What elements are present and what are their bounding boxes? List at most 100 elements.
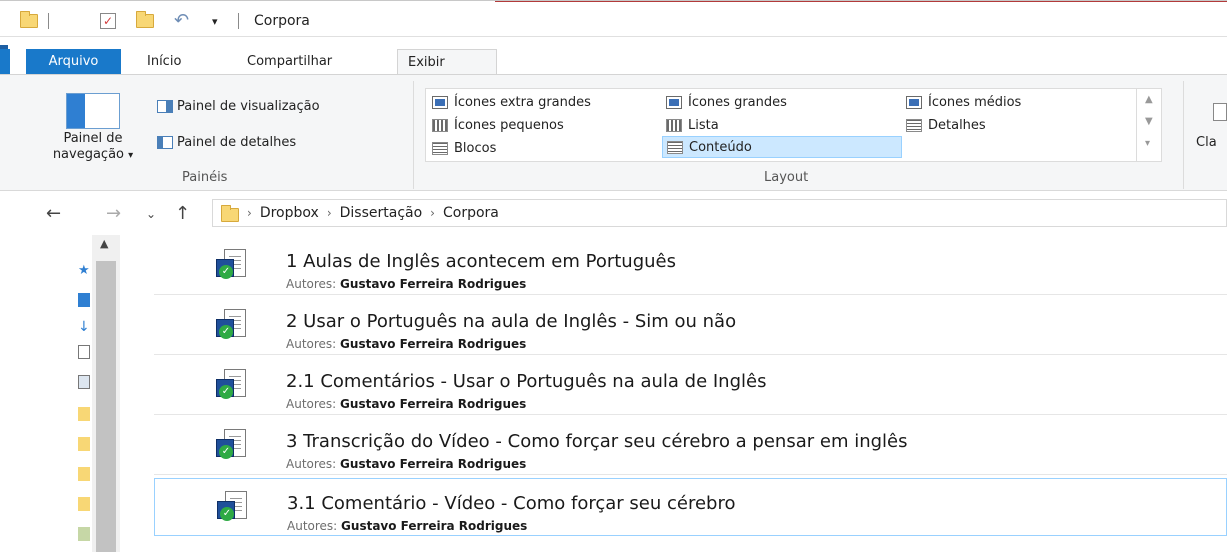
desktop-icon[interactable] xyxy=(78,293,90,307)
up-arrow-icon[interactable]: ↑ xyxy=(175,203,190,224)
tab-inicio[interactable]: Início xyxy=(137,49,191,75)
list-item[interactable]: 1 Aulas de Inglês acontecem em Português… xyxy=(154,237,1227,295)
file-meta: Autores: Gustavo Ferreira Rodrigues xyxy=(286,457,526,471)
forward-arrow-icon[interactable]: → xyxy=(106,203,121,224)
breadcrumb-separator-icon[interactable]: › xyxy=(247,206,252,220)
scroll-down-icon[interactable]: ▼ xyxy=(1145,116,1153,127)
file-explorer-window: ✓ ↶ ▾ Corpora Arquivo Início Compartilha… xyxy=(0,0,1227,552)
layout-extra-large-icons[interactable]: Ícones extra grandes xyxy=(432,91,591,113)
meta-key: Autores: xyxy=(286,337,337,351)
layout-item-label: Detalhes xyxy=(928,117,986,133)
document-icon xyxy=(216,429,248,465)
file-meta: Autores: Gustavo Ferreira Rodrigues xyxy=(286,337,526,351)
group-divider xyxy=(1183,81,1184,189)
meta-key: Autores: xyxy=(286,457,337,471)
sort-button-partial-label[interactable]: Cla xyxy=(1196,135,1217,150)
breadcrumb-separator-icon[interactable]: › xyxy=(327,206,332,220)
tab-arquivo[interactable]: Arquivo xyxy=(26,49,121,75)
pictures-icon[interactable] xyxy=(78,375,90,389)
preview-pane-icon xyxy=(157,99,173,113)
file-meta: Autores: Gustavo Ferreira Rodrigues xyxy=(287,519,527,533)
layout-item-label: Ícones médios xyxy=(928,94,1022,110)
qa-separator xyxy=(48,11,49,31)
shared-folder-icon[interactable] xyxy=(78,527,90,541)
medium-icons-icon xyxy=(906,95,922,109)
downloads-icon[interactable]: ↓ xyxy=(78,319,90,335)
breadcrumb-dissertacao[interactable]: Dissertação xyxy=(340,205,423,221)
tab-compartilhar[interactable]: Compartilhar xyxy=(237,49,342,75)
layout-large-icons[interactable]: Ícones grandes xyxy=(666,91,787,113)
layout-content[interactable]: Conteúdo xyxy=(662,136,902,158)
layout-item-label: Blocos xyxy=(454,140,497,156)
layout-list[interactable]: Lista xyxy=(666,114,719,136)
folder-icon xyxy=(20,11,38,31)
breadcrumb-dropbox[interactable]: Dropbox xyxy=(260,205,319,221)
list-icon xyxy=(666,118,682,132)
customize-quick-access-chevron-icon[interactable]: ▾ xyxy=(212,11,218,31)
list-item[interactable]: 2.1 Comentários - Usar o Português na au… xyxy=(154,357,1227,415)
new-folder-icon[interactable] xyxy=(136,11,154,31)
group-divider xyxy=(413,81,414,189)
folder-icon[interactable] xyxy=(78,407,90,421)
panes-group-label: Painéis xyxy=(182,170,228,185)
file-list: 1 Aulas de Inglês acontecem em Português… xyxy=(154,235,1227,552)
quick-access-star-icon[interactable]: ★ xyxy=(78,263,90,278)
address-bar[interactable]: › Dropbox › Dissertação › Corpora xyxy=(212,199,1227,227)
document-icon xyxy=(216,369,248,405)
window-title: Corpora xyxy=(254,13,310,29)
meta-key: Autores: xyxy=(286,397,337,411)
layout-small-icons[interactable]: Ícones pequenos xyxy=(432,114,564,136)
chevron-down-icon: ▾ xyxy=(128,150,134,161)
layout-item-label: Ícones pequenos xyxy=(454,117,564,133)
folder-icon[interactable] xyxy=(78,437,90,451)
meta-value: Gustavo Ferreira Rodrigues xyxy=(340,337,527,351)
preview-pane-button[interactable]: Painel de visualização xyxy=(157,95,320,117)
layout-item-label: Ícones extra grandes xyxy=(454,94,591,110)
recent-locations-chevron-icon[interactable]: ⌄ xyxy=(146,207,156,221)
large-icons-icon xyxy=(666,95,682,109)
meta-value: Gustavo Ferreira Rodrigues xyxy=(340,277,527,291)
breadcrumb-corpora[interactable]: Corpora xyxy=(443,205,499,221)
expand-gallery-icon[interactable]: ▾ xyxy=(1145,138,1150,149)
layout-item-label: Ícones grandes xyxy=(688,94,787,110)
scrollbar-thumb[interactable] xyxy=(96,261,116,552)
details-pane-button[interactable]: Painel de detalhes xyxy=(157,131,296,153)
ribbon: Painel de navegação ▾ Painel de visualiz… xyxy=(0,74,1227,191)
layout-medium-icons[interactable]: Ícones médios xyxy=(906,91,1021,113)
navigation-pane-scrollbar[interactable]: ▲ xyxy=(92,235,120,552)
extra-large-icons-icon xyxy=(432,95,448,109)
folder-icon[interactable] xyxy=(78,467,90,481)
tiles-icon xyxy=(432,141,448,155)
file-title: 3 Transcrição do Vídeo - Como forçar seu… xyxy=(286,431,908,452)
layout-tiles[interactable]: Blocos xyxy=(432,137,496,159)
navigation-pane-icon[interactable] xyxy=(66,93,120,129)
folder-icon xyxy=(221,204,239,222)
meta-key: Autores: xyxy=(287,519,338,533)
properties-icon[interactable]: ✓ xyxy=(100,11,116,31)
small-icons-icon xyxy=(432,118,448,132)
scroll-up-icon[interactable]: ▲ xyxy=(1145,94,1153,105)
undo-icon[interactable]: ↶ xyxy=(174,11,189,31)
sort-icon[interactable] xyxy=(1213,103,1227,121)
tab-exibir[interactable]: Exibir xyxy=(397,49,497,75)
meta-value: Gustavo Ferreira Rodrigues xyxy=(340,397,527,411)
layout-item-label: Lista xyxy=(688,117,719,133)
breadcrumb-separator-icon[interactable]: › xyxy=(430,206,435,220)
list-item[interactable]: 2 Usar o Português na aula de Inglês - S… xyxy=(154,297,1227,355)
documents-icon[interactable] xyxy=(78,345,90,359)
folder-icon[interactable] xyxy=(78,497,90,511)
list-item[interactable]: 3 Transcrição do Vídeo - Como forçar seu… xyxy=(154,417,1227,475)
content-icon xyxy=(667,140,683,154)
layout-gallery: Ícones extra grandes Ícones grandes Ícon… xyxy=(425,88,1162,162)
list-item[interactable]: 3.1 Comentário - Vídeo - Como forçar seu… xyxy=(154,478,1227,536)
file-title: 2.1 Comentários - Usar o Português na au… xyxy=(286,371,767,392)
layout-details[interactable]: Detalhes xyxy=(906,114,986,136)
file-meta: Autores: Gustavo Ferreira Rodrigues xyxy=(286,397,526,411)
ribbon-tabs: Arquivo Início Compartilhar Exibir xyxy=(0,49,1227,75)
layout-gallery-scroll[interactable]: ▲ ▼ ▾ xyxy=(1136,88,1162,162)
navigation-pane-button[interactable]: Painel de navegação ▾ xyxy=(34,131,152,164)
meta-key: Autores: xyxy=(286,277,337,291)
scroll-up-icon[interactable]: ▲ xyxy=(100,237,108,250)
back-arrow-icon[interactable]: ← xyxy=(46,203,61,224)
document-icon xyxy=(217,491,249,527)
